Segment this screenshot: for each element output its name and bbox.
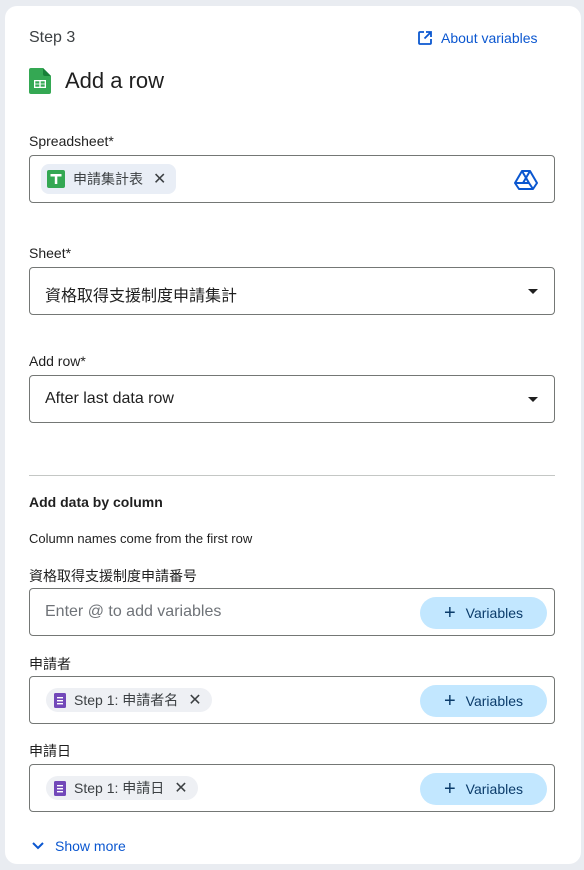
variable-chip-label: Step 1: 申請者名 [74,692,179,708]
column-input-placeholder: Enter @ to add variables [45,603,222,620]
dropdown-arrow-icon [528,289,538,294]
column-label: 資格取得支援制度申請番号 [29,568,197,584]
remove-chip-icon[interactable]: ✕ [188,690,201,710]
step-label: Step 3 [29,29,76,46]
show-more-link[interactable]: Show more [31,838,126,854]
variables-button[interactable]: + Variables [420,597,547,629]
google-forms-icon [54,780,66,796]
variable-chip[interactable]: Step 1: 申請者名 ✕ [46,688,212,712]
variable-chip[interactable]: Step 1: 申請日 ✕ [46,776,198,800]
sheet-label: Sheet* [29,245,72,261]
step-panel: Step 3 About variables Add a row Spreads… [5,6,581,864]
spreadsheet-chip[interactable]: 申請集計表 ✕ [41,164,177,194]
variables-button-label: Variables [465,605,523,621]
add-row-select-value: After last data row [45,390,174,407]
column-input[interactable]: Step 1: 申請者名 ✕ + Variables [29,676,555,724]
show-more-label: Show more [55,838,126,854]
variable-chip-label: Step 1: 申請日 [74,780,165,796]
google-sheets-icon [47,170,65,188]
about-variables-link[interactable]: About variables [417,30,538,46]
dropdown-arrow-icon [528,397,538,402]
spreadsheet-field[interactable]: 申請集計表 ✕ [29,155,555,203]
section-title: Add data by column [29,494,163,510]
plus-icon: + [443,690,456,712]
title-row: Add a row [29,68,164,94]
column-label: 申請者 [29,656,71,672]
sheet-select-value: 資格取得支援制度申請集計 [45,288,238,305]
add-row-label: Add row* [29,353,86,369]
remove-chip-icon[interactable]: ✕ [153,169,166,189]
page-title: Add a row [65,68,165,93]
variables-button-label: Variables [465,781,523,797]
variables-button-label: Variables [465,693,523,709]
column-input[interactable]: Step 1: 申請日 ✕ + Variables [29,764,555,812]
google-drive-icon[interactable] [514,169,538,191]
add-row-select[interactable]: After last data row [29,375,555,423]
variables-button[interactable]: + Variables [420,685,547,717]
open-in-new-icon [418,31,432,45]
column-hint: Column names come from the first row [29,531,253,546]
plus-icon: + [443,778,456,800]
google-sheets-icon [29,68,51,94]
google-forms-icon [54,692,66,708]
sheet-select[interactable]: 資格取得支援制度申請集計 [29,267,555,315]
chevron-down-icon [32,842,44,850]
spreadsheet-chip-label: 申請集計表 [73,171,143,187]
remove-chip-icon[interactable]: ✕ [174,778,187,798]
variables-button[interactable]: + Variables [420,773,547,805]
spreadsheet-label: Spreadsheet* [29,133,114,149]
section-divider [29,475,555,476]
plus-icon: + [443,602,456,624]
column-input[interactable]: Enter @ to add variables + Variables [29,588,555,636]
column-label: 申請日 [29,743,71,759]
about-variables-label: About variables [441,30,538,46]
